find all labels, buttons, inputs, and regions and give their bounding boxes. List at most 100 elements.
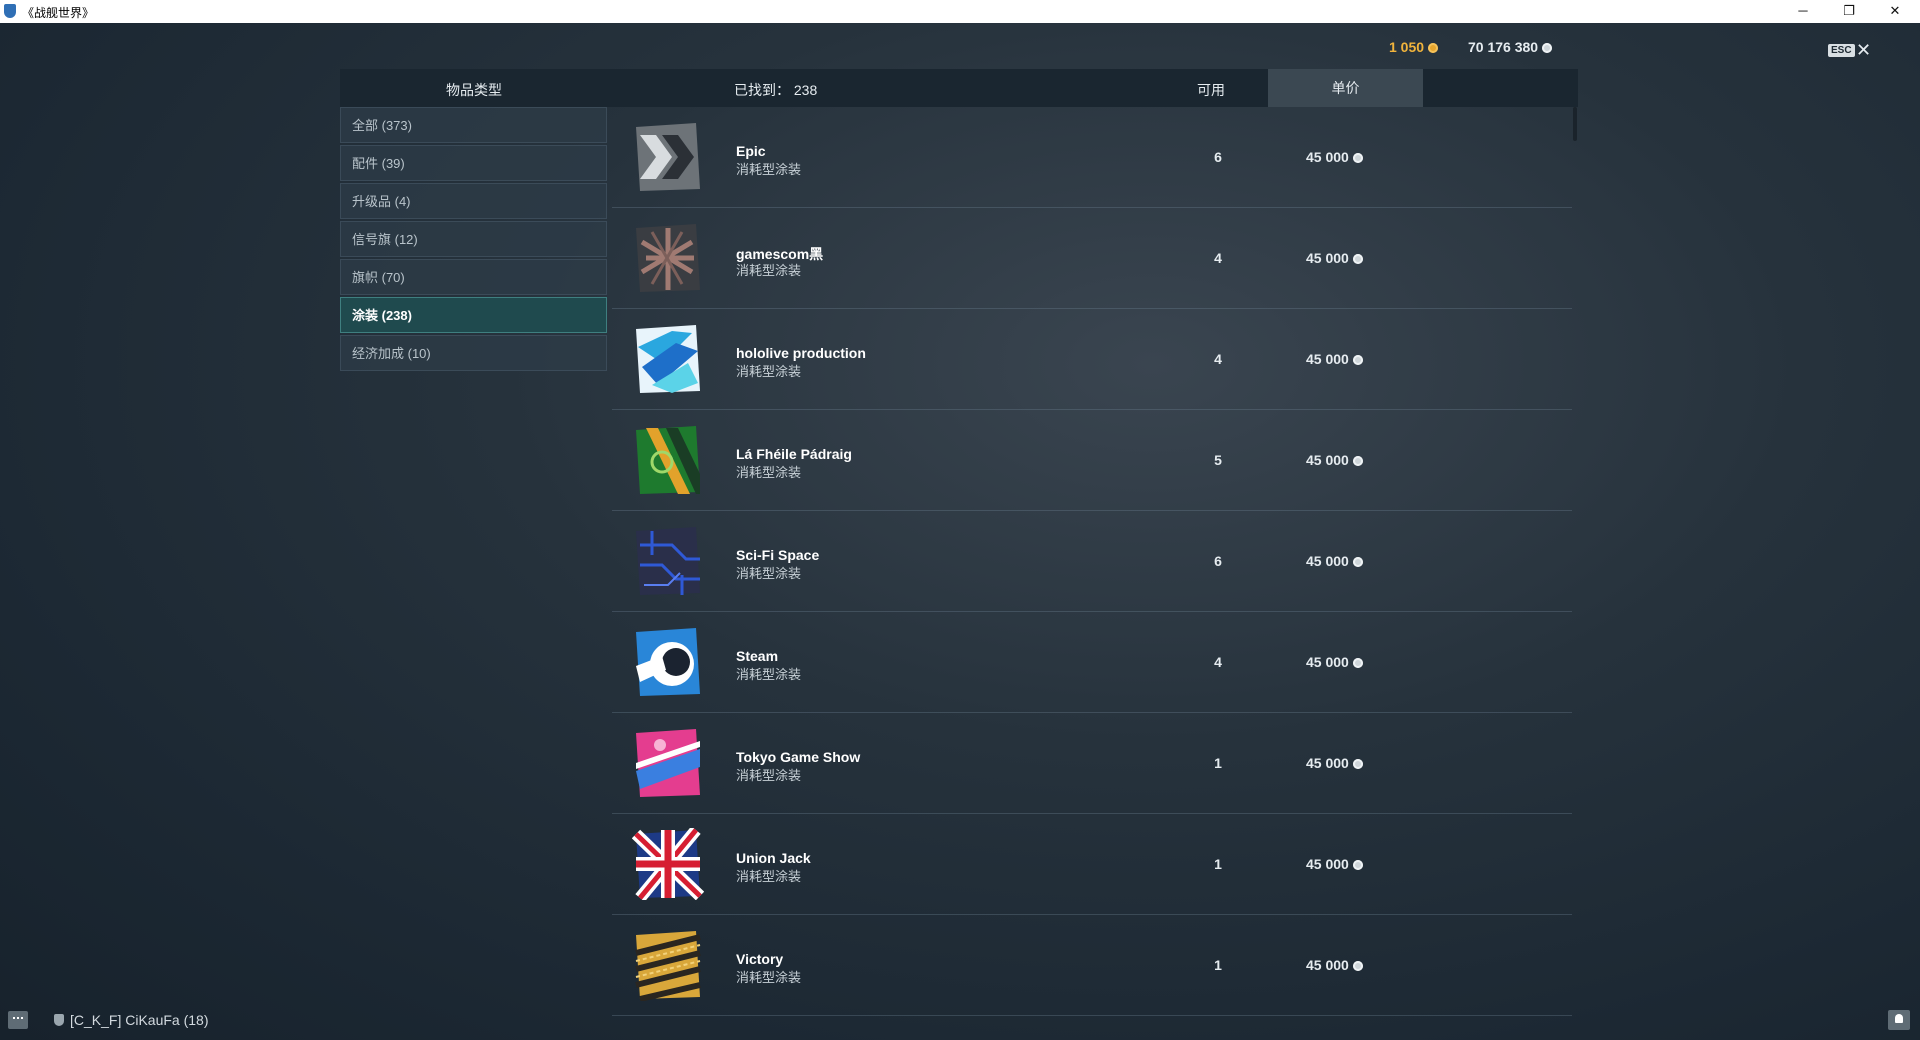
list-item[interactable]: Epic 消耗型涂装 6 45 000	[612, 107, 1572, 208]
item-price-value: 45 000	[1306, 654, 1349, 670]
item-quantity: 4	[1214, 654, 1222, 670]
found-count: 已找到： 238	[734, 82, 818, 98]
gamescom-camo-icon	[636, 224, 700, 292]
credits-coin-icon	[1352, 759, 1363, 769]
category-list: 全部 (373) 配件 (39) 升级品 (4) 信号旗 (12) 旗帜 (70…	[340, 107, 607, 373]
victory-camo-icon	[635, 931, 701, 1001]
list-item[interactable]: Lá Fhéile Pádraig 消耗型涂装 5 45 000	[612, 410, 1572, 511]
minimize-button[interactable]: ─	[1780, 0, 1826, 23]
category-economic-bonuses[interactable]: 经济加成 (10)	[340, 335, 607, 371]
credits-coin-icon	[1352, 557, 1363, 567]
item-price-value: 45 000	[1306, 250, 1349, 266]
list-item[interactable]: Victory 消耗型涂装 1 45 000	[612, 915, 1572, 1016]
steam-camo-icon	[636, 628, 700, 696]
list-item[interactable]: Tokyo Game Show 消耗型涂装 1 45 000	[612, 713, 1572, 814]
maximize-button[interactable]: ❐	[1826, 0, 1872, 23]
credits-coin-icon	[1352, 961, 1363, 971]
player-name: [C_K_F] CiKauFa (18)	[70, 1012, 209, 1028]
category-signals[interactable]: 信号旗 (12)	[340, 221, 607, 257]
item-price-value: 45 000	[1306, 149, 1349, 165]
credits-coin-icon	[1352, 860, 1363, 870]
category-camouflage[interactable]: 涂装 (238)	[340, 297, 607, 333]
item-quantity: 1	[1214, 856, 1222, 872]
list-item[interactable]: Sci-Fi Space 消耗型涂装 6 45 000	[612, 511, 1572, 612]
item-name: Steam	[736, 648, 779, 664]
category-modules[interactable]: 配件 (39)	[340, 145, 607, 181]
player-info[interactable]: [C_K_F] CiKauFa (18)	[54, 1012, 209, 1028]
item-name: Victory	[736, 951, 784, 967]
list-item[interactable]: gamescom黑 消耗型涂装 4 45 000	[612, 208, 1572, 309]
close-window-button[interactable]: ✕	[1872, 0, 1918, 23]
item-list: Epic 消耗型涂装 6 45 000 gamescom黑 消耗型涂装 4 45…	[612, 107, 1572, 1016]
item-price-value: 45 000	[1306, 553, 1349, 569]
item-price-value: 45 000	[1306, 957, 1349, 973]
price-column-header[interactable]: 单价	[1268, 69, 1423, 107]
esc-key-hint[interactable]: ESC	[1828, 44, 1855, 57]
gold-amount: 1 050	[1389, 39, 1425, 55]
category-upgrades[interactable]: 升级品 (4)	[340, 183, 607, 219]
item-price-value: 45 000	[1306, 351, 1349, 367]
item-type: 消耗型涂装	[736, 364, 802, 379]
item-quantity: 5	[1214, 452, 1222, 468]
item-type: 消耗型涂装	[736, 768, 802, 783]
item-name: Epic	[736, 143, 766, 159]
item-price: 45 000	[1306, 957, 1363, 973]
item-quantity: 6	[1214, 149, 1222, 165]
available-column-header[interactable]: 可用	[1197, 80, 1225, 100]
list-scrollbar[interactable]	[1573, 107, 1577, 141]
credits-coin-icon	[1352, 355, 1363, 365]
item-name: Sci-Fi Space	[736, 547, 820, 563]
credits-balance: 70 176 380	[1468, 39, 1553, 55]
item-price: 45 000	[1306, 250, 1363, 266]
epic-camo-icon	[636, 123, 700, 191]
item-type: 消耗型涂装	[736, 465, 802, 480]
item-quantity: 1	[1214, 755, 1222, 771]
item-price: 45 000	[1306, 149, 1363, 165]
item-name: hololive production	[736, 345, 866, 361]
item-quantity: 6	[1214, 553, 1222, 569]
item-price: 45 000	[1306, 452, 1363, 468]
gold-balance: 1 050	[1389, 39, 1439, 55]
clan-shield-icon	[54, 1014, 64, 1026]
list-item[interactable]: Steam 消耗型涂装 4 45 000	[612, 612, 1572, 713]
item-type: 消耗型涂装	[736, 162, 802, 177]
item-name: Lá Fhéile Pádraig	[736, 446, 852, 462]
item-type: 消耗型涂装	[736, 667, 802, 682]
hololive-camo-icon	[636, 325, 700, 393]
window-title: 《战舰世界》	[22, 6, 95, 20]
item-price: 45 000	[1306, 553, 1363, 569]
item-quantity: 1	[1214, 957, 1222, 973]
item-type: 消耗型涂装	[736, 869, 802, 884]
item-type: 消耗型涂装	[736, 566, 802, 581]
list-item[interactable]: Union Jack 消耗型涂装 1 45 000	[612, 814, 1572, 915]
scifi-camo-icon	[636, 527, 700, 595]
item-name: Union Jack	[736, 850, 811, 866]
credits-coin-icon	[1352, 658, 1363, 668]
item-price: 45 000	[1306, 351, 1363, 367]
item-name: Tokyo Game Show	[736, 749, 861, 765]
category-all[interactable]: 全部 (373)	[340, 107, 607, 143]
category-header: 物品类型	[446, 82, 502, 98]
close-icon[interactable]: ✕	[1856, 40, 1871, 61]
credits-coin-icon	[1352, 456, 1363, 466]
item-quantity: 4	[1214, 351, 1222, 367]
item-price: 45 000	[1306, 755, 1363, 771]
window-titlebar: 《战舰世界》 ─ ❐ ✕	[0, 0, 1920, 23]
notification-bell-icon[interactable]	[1888, 1010, 1910, 1030]
item-price-value: 45 000	[1306, 452, 1349, 468]
credits-coin-icon	[1352, 254, 1363, 264]
category-flags[interactable]: 旗帜 (70)	[340, 259, 607, 295]
credits-amount: 70 176 380	[1468, 39, 1539, 55]
item-price-value: 45 000	[1306, 755, 1349, 771]
item-price: 45 000	[1306, 654, 1363, 670]
credits-coin-icon	[1352, 153, 1363, 163]
chat-icon[interactable]	[8, 1011, 28, 1029]
tgs-camo-icon	[636, 729, 700, 797]
table-header: 物品类型 已找到： 238 可用 单价	[340, 69, 1578, 107]
app-icon	[4, 4, 16, 18]
credits-coin-icon	[1542, 43, 1553, 53]
list-item[interactable]: hololive production 消耗型涂装 4 45 000	[612, 309, 1572, 410]
gold-coin-icon	[1428, 43, 1439, 53]
union-jack-camo-icon	[632, 828, 704, 900]
st-patrick-camo-icon	[636, 426, 700, 494]
